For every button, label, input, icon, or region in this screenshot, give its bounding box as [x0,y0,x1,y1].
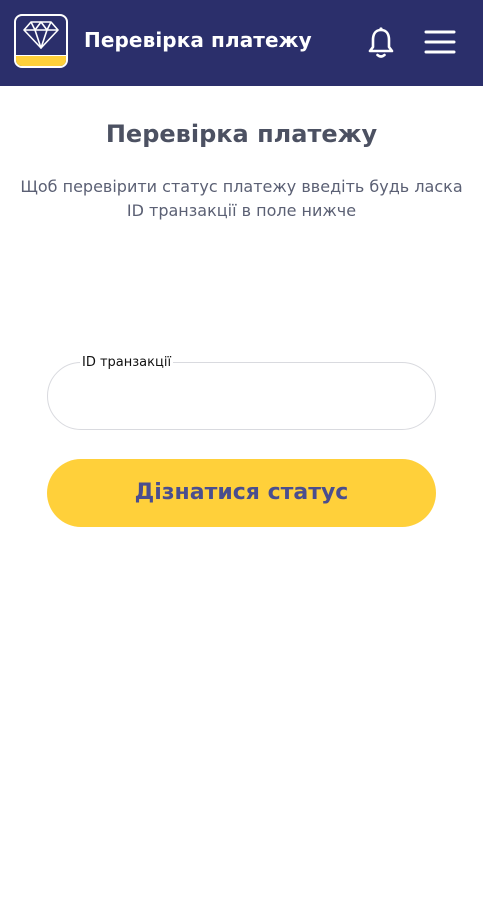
menu-button[interactable] [420,24,460,62]
bell-icon [368,27,394,58]
check-status-button[interactable]: Дізнатися статус [47,459,436,527]
transaction-id-label: ID транзакції [80,354,174,371]
top-header: Перевірка платежу [0,0,483,86]
transaction-id-input[interactable] [72,381,416,413]
logo-band [16,55,66,66]
transaction-id-field[interactable] [47,362,436,430]
diamond-logo-icon [23,21,59,49]
page-title: Перевірка платежу [105,120,378,148]
header-title: Перевірка платежу [84,28,312,52]
hamburger-menu-icon [424,30,456,54]
page-description: Щоб перевірити статус платежу введіть бу… [20,177,463,220]
notifications-button[interactable] [362,24,400,62]
payment-check-page: Перевірка платежу Перевірка платежу Щоб … [0,0,483,920]
app-logo[interactable] [14,14,68,68]
